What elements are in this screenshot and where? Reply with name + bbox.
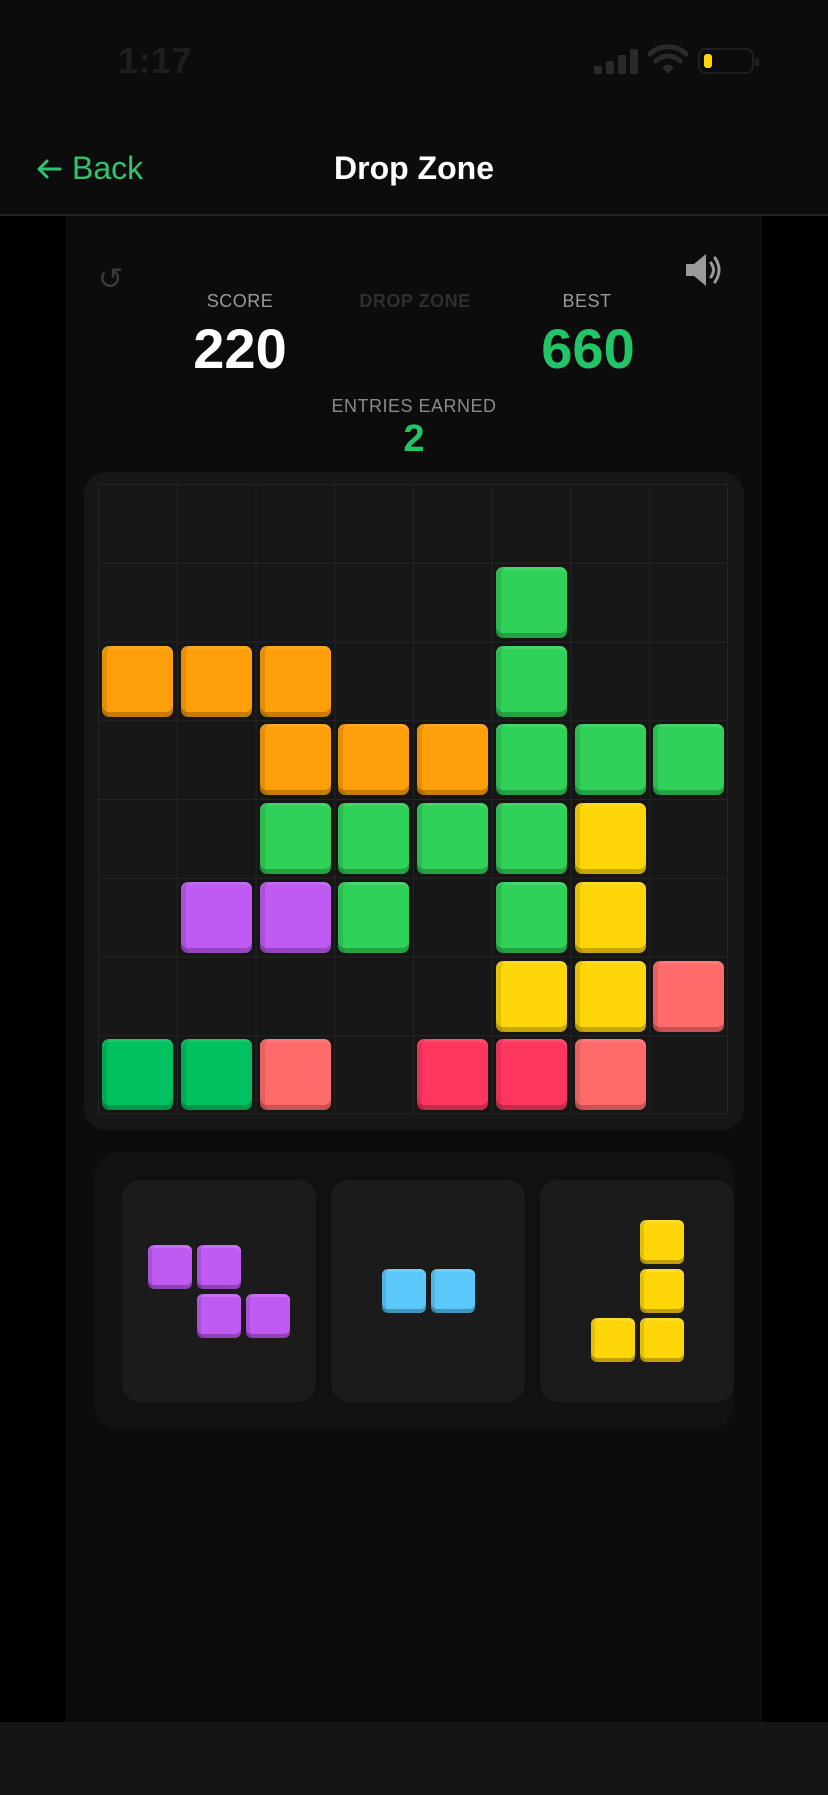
board-block-orange: [180, 645, 252, 717]
speaker-icon[interactable]: [682, 248, 726, 292]
piece-block-blue: [381, 1269, 426, 1313]
board-block-green: [495, 724, 567, 796]
board-block-green: [495, 645, 567, 717]
board-block-yellow: [574, 881, 646, 953]
board-block-green: [574, 724, 646, 796]
board-block-red: [417, 1039, 488, 1111]
piece-block-purple: [246, 1293, 290, 1338]
board-block-orange: [338, 724, 410, 796]
piece-block-blue: [430, 1269, 475, 1313]
score-value: 220: [193, 317, 287, 380]
board-block-orange: [417, 724, 488, 796]
board-block-purple: [180, 881, 252, 953]
piece-slot-3[interactable]: [540, 1180, 734, 1402]
piece-block-purple: [197, 1244, 241, 1289]
board-block-purple: [259, 881, 331, 953]
wifi-icon: [648, 44, 688, 74]
score-label: SCORE: [206, 291, 274, 311]
status-time: 1:17: [118, 40, 193, 81]
board-block-green: [338, 881, 410, 953]
board-block-yellow: [574, 803, 646, 874]
board-block-salmon: [574, 1039, 646, 1111]
board-block-green: [259, 803, 331, 874]
cellular-signal-icon: [594, 48, 638, 74]
home-indicator-area: [0, 1722, 828, 1795]
entries-earned-value: 2: [403, 418, 425, 460]
board-block-green: [495, 881, 567, 953]
board-block-green: [495, 566, 567, 638]
board-block-dark_green: [180, 1039, 252, 1111]
entries-earned-label: ENTRIES EARNED: [331, 396, 497, 416]
battery-icon: [698, 48, 759, 74]
status-bar: 1:17: [0, 0, 828, 120]
board-block-red: [495, 1039, 567, 1111]
piece-block-purple: [148, 1244, 192, 1289]
page-title: Drop Zone: [334, 150, 494, 186]
piece-block-yellow: [639, 1318, 684, 1362]
board-grid[interactable]: [98, 484, 728, 1114]
board-block-orange: [259, 724, 331, 796]
board-block-yellow: [574, 960, 646, 1032]
board-block-yellow: [495, 960, 567, 1032]
board-block-dark_green: [102, 1039, 173, 1111]
right-margin: [762, 216, 828, 1722]
board-block-salmon: [259, 1039, 331, 1111]
piece-block-yellow: [639, 1220, 684, 1264]
restart-icon[interactable]: ↺: [98, 262, 123, 297]
piece-block-purple: [197, 1293, 241, 1338]
left-margin: [0, 216, 66, 1722]
piece-block-yellow: [639, 1269, 684, 1313]
piece-slot-2[interactable]: [331, 1180, 525, 1402]
best-label: BEST: [562, 291, 612, 311]
board-block-green: [495, 803, 567, 874]
best-score-value: 660: [541, 317, 635, 380]
navigation-bar: Back Drop Zone: [0, 120, 828, 216]
board-block-green: [653, 724, 725, 796]
board-block-green: [417, 803, 488, 874]
board-block-orange: [259, 645, 331, 717]
piece-block-yellow: [590, 1318, 635, 1362]
board-block-green: [338, 803, 410, 874]
board-block-orange: [102, 645, 173, 717]
game-title-label: DROP ZONE: [359, 291, 471, 311]
board-block-salmon: [653, 960, 725, 1032]
piece-slot-1[interactable]: [122, 1180, 316, 1402]
